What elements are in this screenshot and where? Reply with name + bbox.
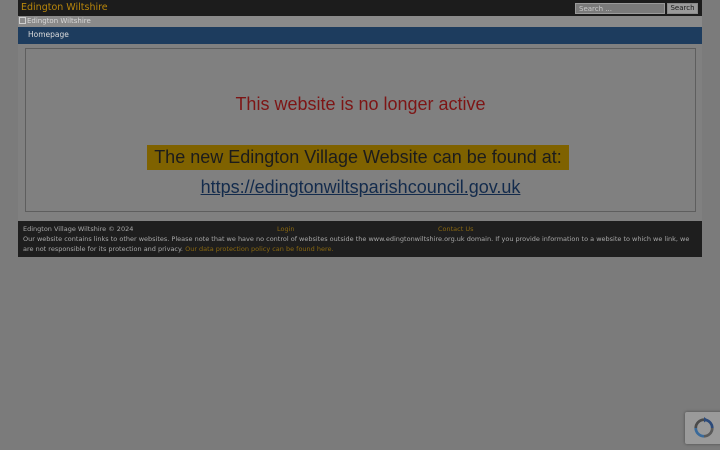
footer: Edington Village Wiltshire © 2024 Login …	[18, 221, 702, 257]
main-nav: Homepage	[18, 27, 702, 44]
recaptcha-badge[interactable]	[685, 412, 720, 444]
privacy-policy-link[interactable]: Our data protection policy can be found …	[185, 245, 334, 253]
logo-strip: Edington Wiltshire	[18, 16, 702, 27]
site-logo[interactable]: Edington Wiltshire	[19, 17, 91, 26]
login-link[interactable]: Login	[277, 225, 295, 235]
recaptcha-icon	[694, 417, 714, 438]
copyright-text: Edington Village Wiltshire © 2024	[23, 225, 134, 233]
main-content: This website is no longer active The new…	[18, 44, 702, 221]
new-site-banner: The new Edington Village Website can be …	[147, 145, 569, 170]
search-input[interactable]	[575, 3, 665, 14]
footer-disclaimer: Our website contains links to other webs…	[23, 235, 695, 254]
site-title-link[interactable]: Edington Wiltshire	[21, 1, 108, 15]
contact-us-link[interactable]: Contact Us	[438, 225, 474, 235]
broken-image-icon	[19, 17, 26, 24]
nav-item-homepage[interactable]: Homepage	[28, 30, 69, 40]
top-bar: Edington Wiltshire Search	[18, 0, 702, 16]
notice-box: This website is no longer active The new…	[25, 48, 696, 212]
site-logo-alt-text: Edington Wiltshire	[27, 17, 91, 25]
disclaimer-text: Our website contains links to other webs…	[23, 235, 690, 253]
inactive-notice: This website is no longer active	[235, 94, 486, 114]
search-button[interactable]: Search	[667, 3, 698, 14]
new-site-link[interactable]: https://edingtonwiltsparishcouncil.gov.u…	[26, 177, 695, 197]
